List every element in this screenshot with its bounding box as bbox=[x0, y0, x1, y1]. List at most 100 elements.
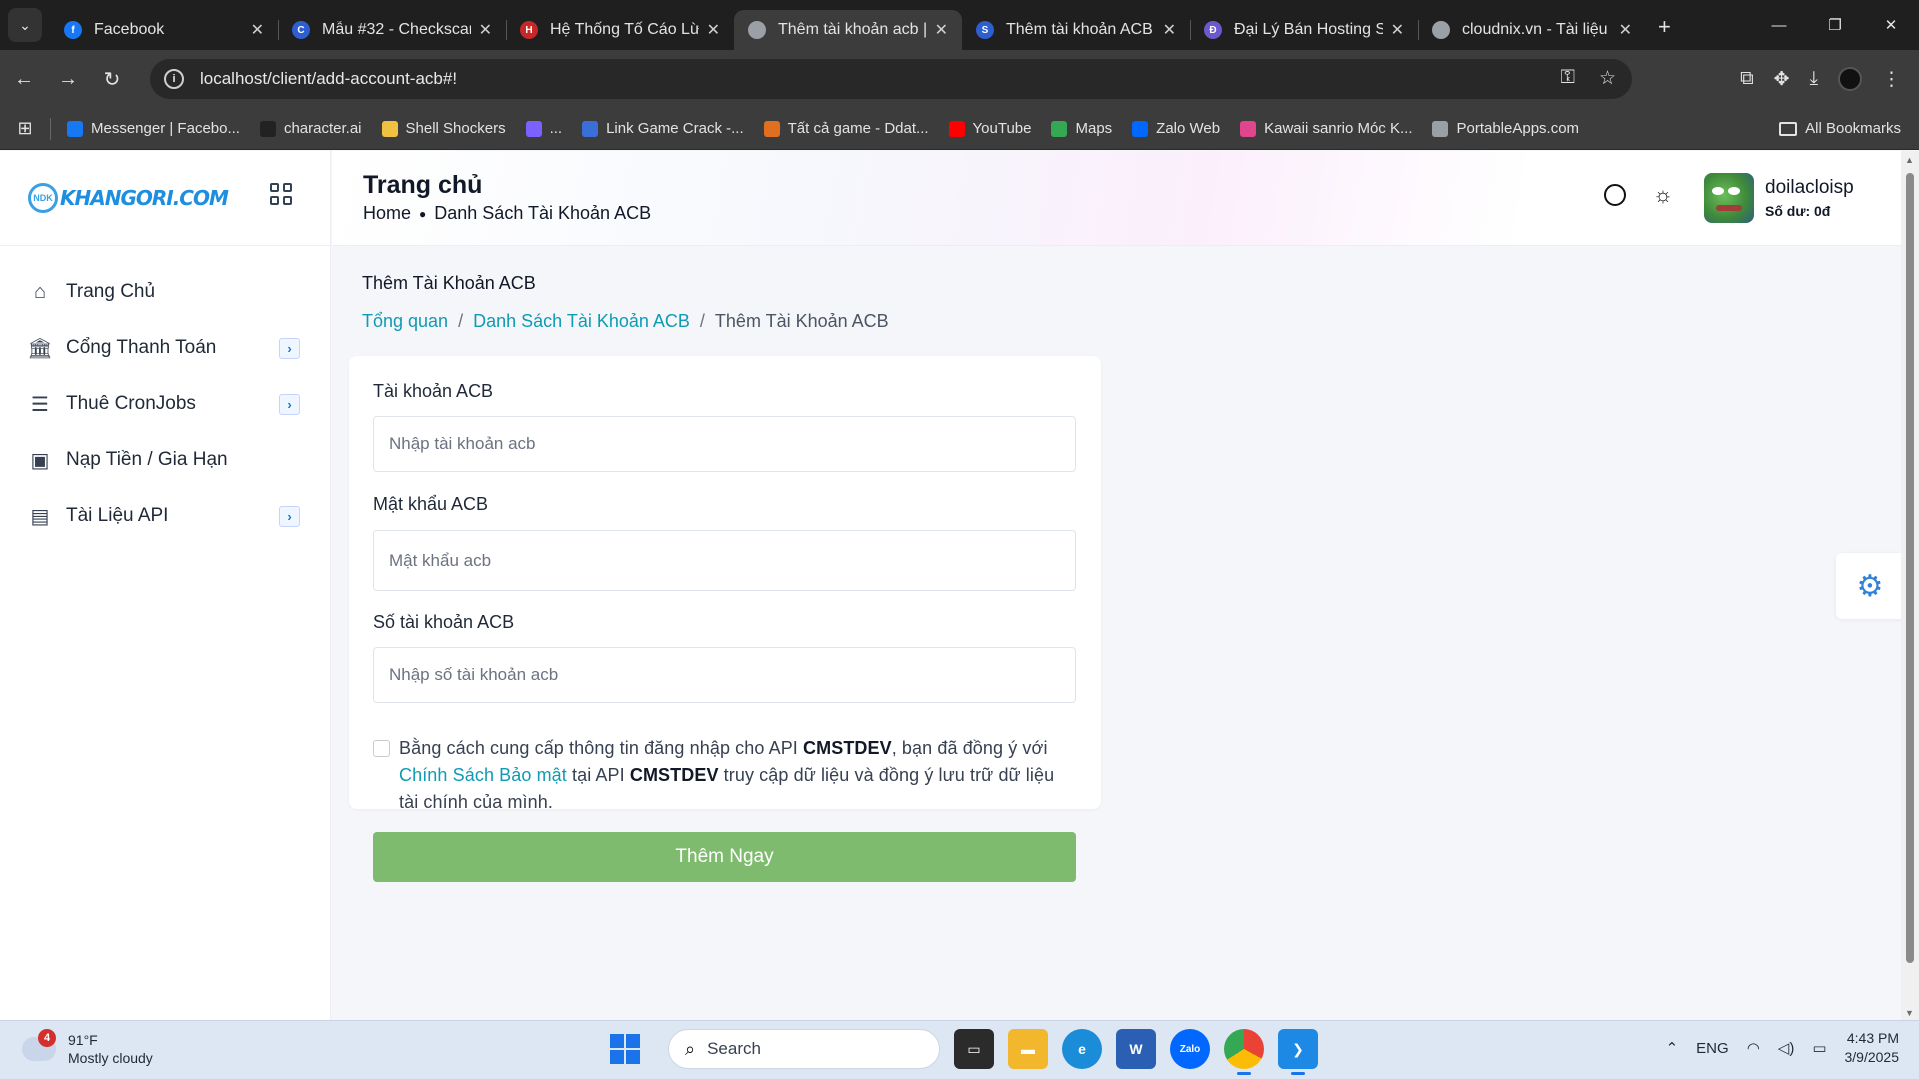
close-tab-icon[interactable]: ✕ bbox=[935, 20, 948, 40]
site-info-icon[interactable]: i bbox=[164, 69, 184, 89]
weather-widget[interactable]: 4 91°F Mostly cloudy bbox=[22, 1029, 153, 1067]
edge-icon[interactable]: e bbox=[1062, 1029, 1102, 1069]
menu-kebab-icon[interactable]: ⋮ bbox=[1882, 68, 1901, 91]
all-bookmarks-button[interactable]: All Bookmarks bbox=[1779, 120, 1901, 137]
wifi-icon[interactable]: ◠ bbox=[1747, 1039, 1760, 1057]
address-bar[interactable]: i localhost/client/add-account-acb#! ⚿ ☆ bbox=[150, 59, 1632, 99]
back-button[interactable]: ← bbox=[4, 59, 44, 99]
bookmark-item[interactable]: character.ai bbox=[259, 120, 362, 137]
close-tab-icon[interactable]: ✕ bbox=[707, 20, 720, 40]
chevron-right-icon[interactable]: › bbox=[279, 506, 300, 527]
sidebar-item[interactable]: ☰ Thuê CronJobs › bbox=[0, 376, 330, 432]
profile-avatar[interactable] bbox=[1838, 67, 1862, 91]
account-number-input[interactable] bbox=[373, 647, 1076, 703]
site-logo[interactable]: NDK KHANGORI.COM bbox=[28, 183, 229, 213]
close-tab-icon[interactable]: ✕ bbox=[1619, 20, 1632, 40]
scrollbar[interactable]: ▲ ▼ bbox=[1901, 151, 1919, 1020]
start-button[interactable] bbox=[610, 1034, 640, 1064]
sidebar-item[interactable]: 🏛 Cổng Thanh Toán › bbox=[0, 320, 330, 376]
bookmark-item[interactable]: YouTube bbox=[948, 120, 1031, 137]
browser-tab[interactable]: Đ Đại Lý Bán Hosting Số 1 ✕ bbox=[1190, 10, 1418, 50]
close-tab-icon[interactable]: ✕ bbox=[1391, 20, 1404, 40]
scroll-down-arrow[interactable]: ▼ bbox=[1905, 1008, 1914, 1018]
taskbar-search[interactable]: ⌕ Search bbox=[668, 1029, 940, 1069]
consent-brand: CMSTDEV bbox=[629, 765, 719, 785]
search-label: Search bbox=[707, 1039, 761, 1058]
settings-gear-icon[interactable]: ⚙ bbox=[1836, 553, 1904, 619]
bookmark-item[interactable]: Kawaii sanrio Móc K... bbox=[1240, 120, 1412, 137]
privacy-policy-link[interactable]: Chính Sách Bảo mật bbox=[399, 765, 567, 785]
bookmark-item[interactable]: Shell Shockers bbox=[381, 120, 506, 137]
battery-icon[interactable]: ▭ bbox=[1812, 1039, 1826, 1057]
balance: Số dư: 0đ bbox=[1765, 203, 1831, 219]
language-indicator[interactable]: ENG bbox=[1696, 1040, 1729, 1057]
vscode-icon[interactable]: ❯ bbox=[1278, 1029, 1318, 1075]
extension-puzzle-icon[interactable]: ⧉ bbox=[1740, 68, 1754, 90]
minimize-button[interactable]: — bbox=[1751, 0, 1807, 50]
consent-checkbox[interactable] bbox=[373, 740, 390, 757]
bookmark-item[interactable]: PortableApps.com bbox=[1432, 120, 1579, 137]
consent-text-2: , bạn đã đồng ý với bbox=[891, 738, 1048, 758]
close-tab-icon[interactable]: ✕ bbox=[1163, 20, 1176, 40]
download-icon[interactable]: ⤓ bbox=[1810, 68, 1818, 90]
bookmark-star-icon[interactable]: ☆ bbox=[1599, 67, 1616, 90]
bookmark-item[interactable]: Tất cả game - Ddat... bbox=[763, 120, 929, 137]
temperature: 91°F bbox=[68, 1032, 98, 1048]
forward-button[interactable]: → bbox=[48, 59, 88, 99]
close-tab-icon[interactable]: ✕ bbox=[479, 20, 492, 40]
reload-button[interactable]: ↻ bbox=[92, 59, 132, 99]
restore-button[interactable]: ❐ bbox=[1807, 0, 1863, 50]
apps-grid-icon[interactable]: ⊞ bbox=[0, 118, 50, 139]
volume-icon[interactable]: ◁) bbox=[1778, 1039, 1795, 1057]
scroll-up-arrow[interactable]: ▲ bbox=[1905, 155, 1914, 165]
breadcrumb: Tổng quan / Danh Sách Tài Khoản ACB / Th… bbox=[362, 311, 889, 332]
close-window-button[interactable]: ✕ bbox=[1863, 0, 1919, 50]
bookmark-item[interactable]: ... bbox=[525, 120, 562, 137]
grid-menu-icon[interactable] bbox=[270, 183, 292, 205]
theme-toggle-sun-icon[interactable]: ☼ bbox=[1652, 184, 1674, 206]
bookmark-item[interactable]: Zalo Web bbox=[1132, 120, 1220, 137]
browser-tab[interactable]: f Facebook ✕ bbox=[50, 10, 278, 50]
circle-icon[interactable] bbox=[1604, 184, 1626, 206]
password-input[interactable] bbox=[373, 530, 1076, 591]
chevron-right-icon[interactable]: › bbox=[279, 394, 300, 415]
bookmark-label: Messenger | Facebo... bbox=[91, 120, 240, 137]
new-tab-button[interactable]: + bbox=[1658, 14, 1671, 40]
breadcrumb-overview-link[interactable]: Tổng quan bbox=[362, 311, 448, 332]
scrollbar-thumb[interactable] bbox=[1906, 173, 1914, 963]
clock[interactable]: 4:43 PM 3/9/2025 bbox=[1845, 1029, 1900, 1067]
word-icon[interactable]: W bbox=[1116, 1029, 1156, 1069]
browser-tab[interactable]: Thêm tài khoản acb | CMSTDEV ✕ bbox=[734, 10, 962, 50]
page-title: Trang chủ bbox=[363, 171, 483, 199]
chevron-right-icon[interactable]: › bbox=[279, 338, 300, 359]
sidebar-item[interactable]: ▣ Nạp Tiền / Gia Hạn bbox=[0, 432, 330, 488]
task-view-icon[interactable]: ▭ bbox=[954, 1029, 994, 1069]
bookmark-item[interactable]: Maps bbox=[1051, 120, 1112, 137]
crumb-home[interactable]: Home bbox=[363, 203, 411, 224]
sidebar-item[interactable]: ⌂ Trang Chủ bbox=[0, 264, 330, 320]
browser-tab[interactable]: S Thêm tài khoản ACB ✕ bbox=[962, 10, 1190, 50]
browser-tab[interactable]: cloudnix.vn - Tài liệu ✕ bbox=[1418, 10, 1646, 50]
bookmark-item[interactable]: Messenger | Facebo... bbox=[67, 120, 240, 137]
sidebar-item[interactable]: ▤ Tài Liệu API › bbox=[0, 488, 330, 544]
crumb-dot: ● bbox=[419, 206, 427, 221]
chevron-up-icon[interactable]: ⌃ bbox=[1666, 1039, 1679, 1057]
bookmark-label: Kawaii sanrio Móc K... bbox=[1264, 120, 1413, 137]
submit-button[interactable]: Thêm Ngay bbox=[373, 832, 1076, 882]
close-tab-icon[interactable]: ✕ bbox=[251, 20, 264, 40]
browser-tab[interactable]: H Hệ Thống Tố Cáo Lừa Đảo ✕ bbox=[506, 10, 734, 50]
file-explorer-icon[interactable]: ▬ bbox=[1008, 1029, 1048, 1069]
tab-favicon-icon: f bbox=[64, 21, 82, 39]
extensions-icon[interactable]: ✥ bbox=[1774, 68, 1790, 91]
password-key-icon[interactable]: ⚿ bbox=[1560, 67, 1574, 90]
breadcrumb-list-link[interactable]: Danh Sách Tài Khoản ACB bbox=[473, 311, 690, 332]
bookmark-item[interactable]: Link Game Crack -... bbox=[582, 120, 744, 137]
tab-search-button[interactable]: ⌄ bbox=[8, 8, 42, 42]
chrome-icon[interactable] bbox=[1224, 1029, 1264, 1075]
user-menu[interactable]: doilacloisp Số dư: 0đ bbox=[1704, 173, 1854, 223]
bookmark-label: character.ai bbox=[283, 120, 362, 137]
browser-tab[interactable]: C Mẫu #32 - Checkscam ✕ bbox=[278, 10, 506, 50]
zalo-icon[interactable]: Zalo bbox=[1170, 1029, 1210, 1069]
account-input[interactable] bbox=[373, 416, 1076, 472]
bookmarks-bar: ⊞ Messenger | Facebo... character.ai Shell… bbox=[0, 108, 1919, 150]
